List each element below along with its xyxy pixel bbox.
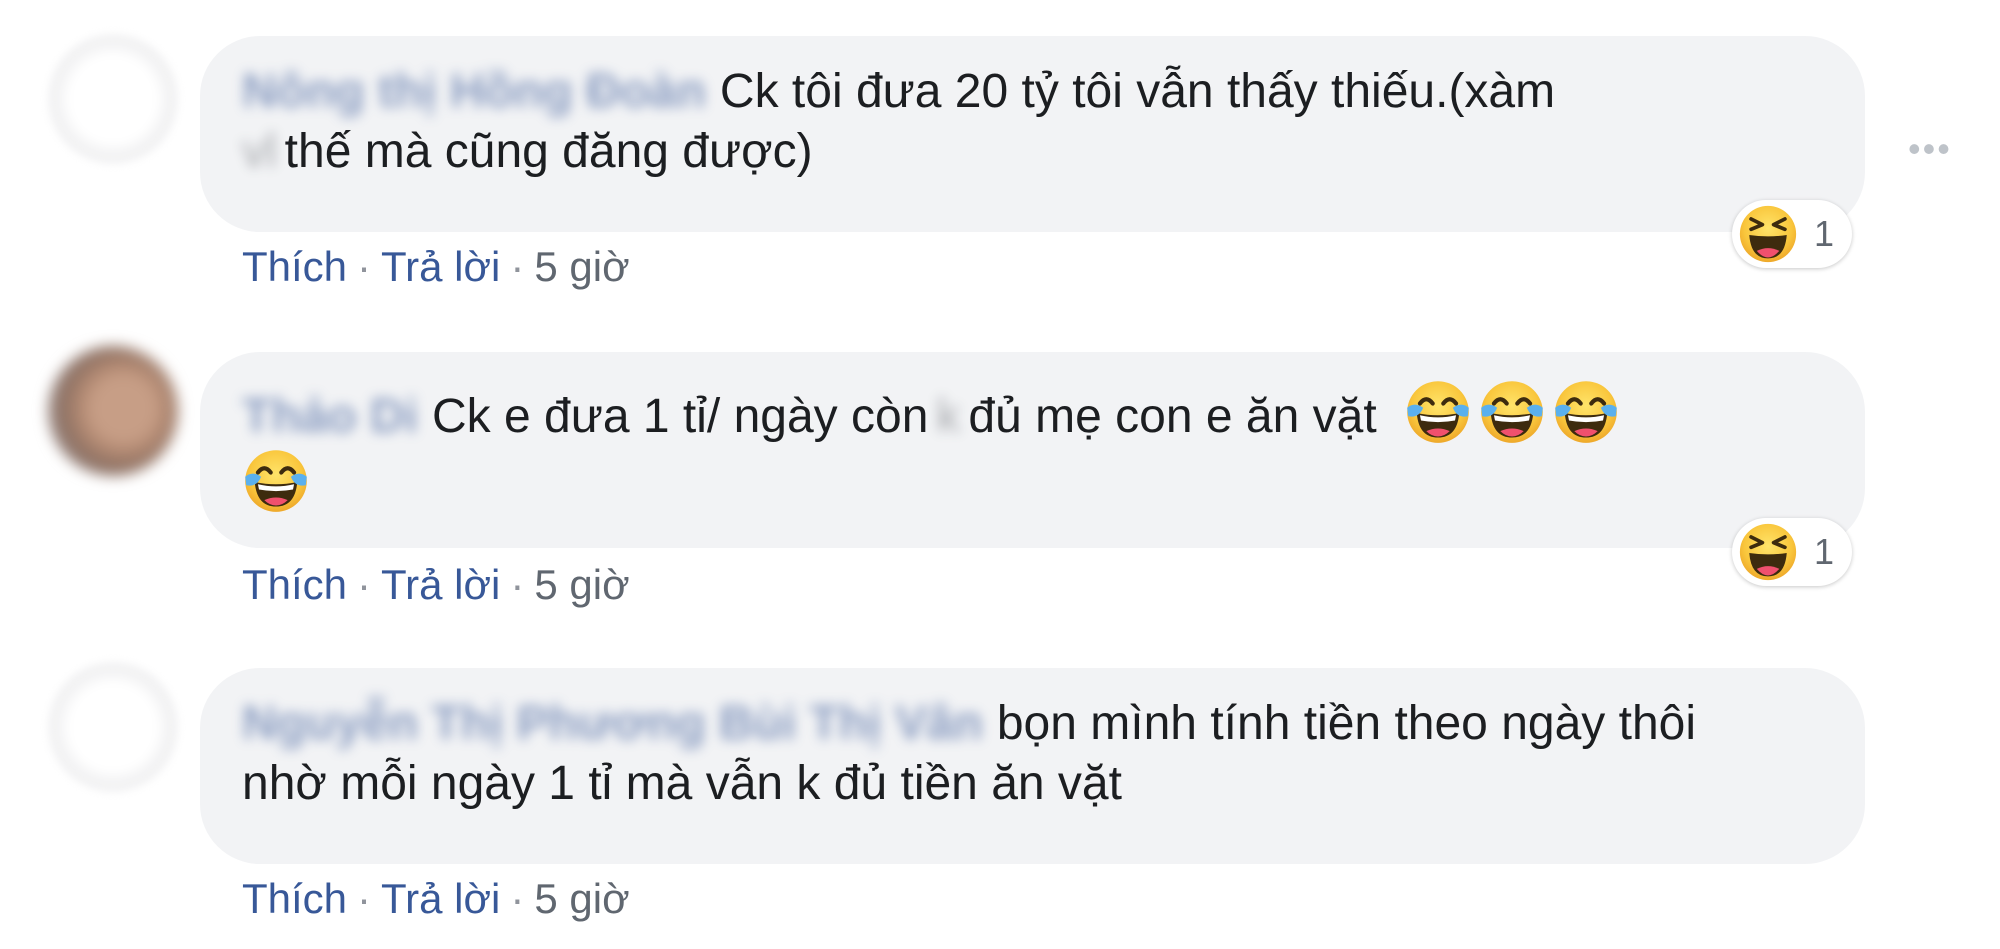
comment-actions: Thích · Trả lời · 5 giờ (242, 874, 630, 924)
haha-reaction-icon (1738, 522, 1798, 582)
reply-link[interactable]: Trả lời (381, 561, 500, 608)
comment-text-continued: thế mà cũng đăng được) (284, 125, 813, 178)
comment-bubble: Thảo Di Ck e đưa 1 tỉ/ ngày còn k đủ mẹ con… (200, 352, 1865, 548)
action-separator: · (357, 875, 372, 922)
action-separator: · (510, 561, 525, 608)
comment-timestamp[interactable]: 5 giờ (534, 243, 629, 290)
reaction-count-badge[interactable]: 1 (1732, 200, 1853, 268)
laughing-tears-emoji (242, 447, 310, 515)
comment-bubble: Nguyễn Thị Phương Bùi Thị Vân bọn mình tí… (200, 668, 1865, 864)
action-separator: · (510, 875, 525, 922)
comment-text-continued: đủ mẹ con e ăn vặt (968, 390, 1377, 443)
avatar[interactable] (48, 34, 178, 164)
like-link[interactable]: Thích (242, 243, 347, 290)
reaction-count-badge[interactable]: 1 (1732, 518, 1853, 586)
comment-author[interactable]: Thảo Di (242, 387, 418, 447)
laughing-tears-emoji (1404, 378, 1472, 446)
comment-author[interactable]: Nông thị Hồng Đoàn (242, 62, 706, 122)
reply-link[interactable]: Trả lời (381, 875, 500, 922)
comment-thread: Nông thị Hồng Đoàn Ck tôi đưa 20 tỷ tôi v… (0, 0, 2000, 949)
censored-word: vl (242, 125, 277, 178)
action-separator: · (510, 243, 525, 290)
haha-reaction-icon (1738, 204, 1798, 264)
comment-author[interactable]: Nguyễn Thị Phương Bùi Thị Vân (242, 694, 983, 754)
censored-word: k (936, 390, 961, 443)
comment-timestamp[interactable]: 5 giờ (534, 561, 629, 608)
reply-link[interactable]: Trả lời (381, 243, 500, 290)
comment-text: Ck tôi đưa 20 tỷ tôi vẫn thấy thiếu.(xàm (719, 65, 1556, 118)
like-link[interactable]: Thích (242, 875, 347, 922)
laughing-tears-emoji (1552, 378, 1620, 446)
reaction-count: 1 (1814, 213, 1835, 254)
reaction-count: 1 (1814, 531, 1835, 572)
comment-actions: Thích · Trả lời · 5 giờ (242, 242, 630, 292)
like-link[interactable]: Thích (242, 561, 347, 608)
avatar[interactable] (48, 662, 178, 792)
laughing-tears-emoji (1478, 378, 1546, 446)
avatar[interactable] (48, 346, 178, 476)
comment-timestamp[interactable]: 5 giờ (534, 875, 629, 922)
comment-text: Ck e đưa 1 tỉ/ ngày còn (432, 390, 929, 443)
more-options-icon[interactable]: ••• (1908, 128, 1952, 170)
comment-bubble: Nông thị Hồng Đoàn Ck tôi đưa 20 tỷ tôi v… (200, 36, 1865, 232)
comment-actions: Thích · Trả lời · 5 giờ (242, 560, 630, 610)
action-separator: · (357, 243, 372, 290)
action-separator: · (357, 561, 372, 608)
